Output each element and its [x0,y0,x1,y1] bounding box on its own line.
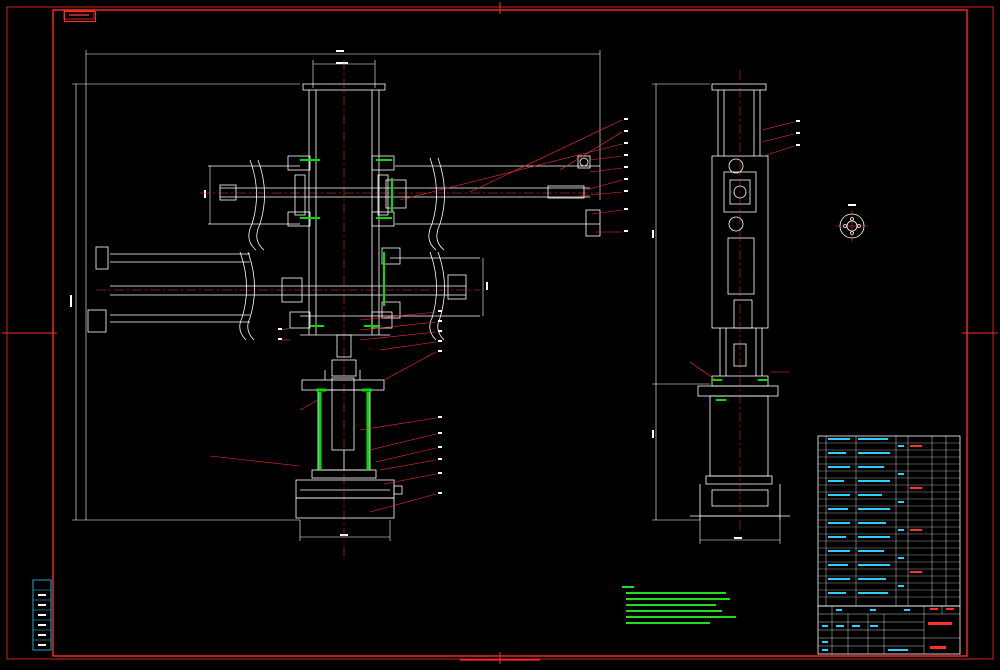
main-view-dimensions [72,50,601,541]
drawing-border [2,2,998,664]
upper-arm [208,157,600,251]
parts-list-table [817,435,961,607]
side-view-leaders [689,121,795,381]
detail-view-tag [848,204,856,206]
dimension-values-main [70,50,488,536]
side-view-dimension-values [652,230,742,539]
lower-arm [87,246,480,341]
drawing-canvas [2,2,998,664]
vertical-mast [300,60,390,560]
side-view-dimensions [652,83,781,544]
detail-view [836,210,868,242]
main-view-item-tags [278,118,628,494]
lift-cylinder [295,334,403,519]
drawing-sheet [0,0,1000,666]
technical-notes [622,586,736,624]
revision-strip [32,579,52,651]
side-view-item-tags [796,120,800,146]
title-block [817,605,961,655]
corner-label [64,11,96,22]
